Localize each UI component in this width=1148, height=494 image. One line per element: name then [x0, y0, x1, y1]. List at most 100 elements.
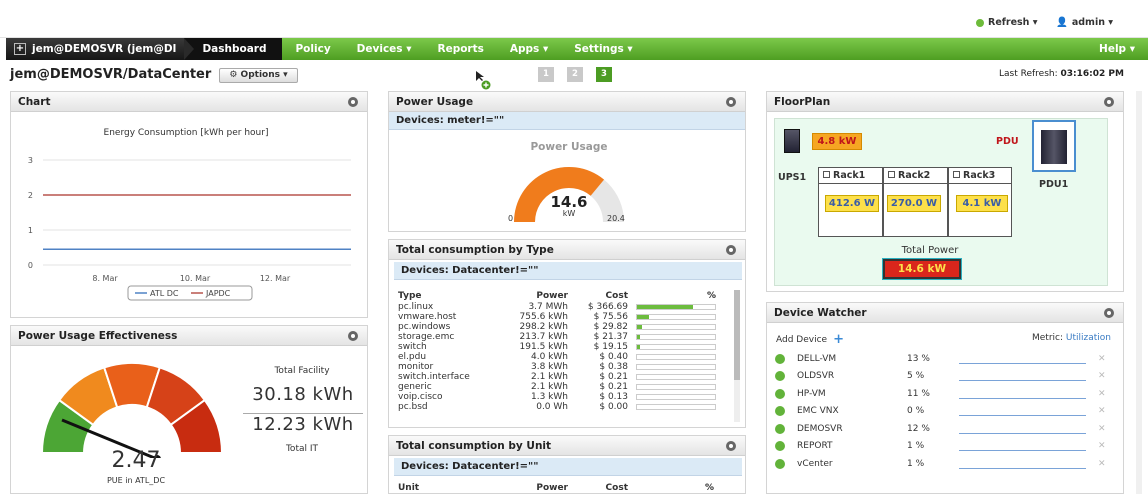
table-row[interactable]: pc.bsd 0.0 Wh $ 0.00	[396, 402, 718, 412]
gear-icon[interactable]	[1104, 308, 1114, 318]
cost-cell: $ 21.37	[593, 332, 628, 342]
gear-icon[interactable]	[726, 441, 736, 451]
table-row[interactable]: switch 191.5 kWh $ 19.15	[396, 342, 718, 352]
list-item[interactable]: DELL-VM 13 % ✕	[775, 350, 1115, 367]
consumption-by-type-panel: Total consumption by Type Devices: Datac…	[388, 239, 746, 428]
last-refresh-time: 03:16:02 PM	[1060, 69, 1124, 79]
chart-panel: Chart Energy Consumption [kWh per hour] 0…	[10, 91, 368, 318]
close-icon[interactable]: ✕	[1098, 424, 1106, 434]
add-device-link[interactable]: Add Device +	[776, 332, 844, 347]
by-type-header: Total consumption by Type	[389, 240, 745, 260]
device-pct: 11 %	[907, 388, 930, 399]
list-item[interactable]: DEMOSVR 12 % ✕	[775, 420, 1115, 437]
list-item[interactable]: EMC VNX 0 % ✕	[775, 403, 1115, 420]
checkbox-icon[interactable]	[823, 171, 830, 178]
cost-cell: $ 0.21	[599, 382, 628, 392]
last-refresh: Last Refresh: 03:16:02 PM	[999, 69, 1124, 79]
cost-cell: $ 75.56	[593, 312, 628, 322]
nav-item-reports[interactable]: Reports	[424, 38, 496, 60]
checkbox-icon[interactable]	[953, 171, 960, 178]
add-widget-cursor[interactable]	[474, 70, 494, 90]
gear-icon[interactable]	[726, 245, 736, 255]
page-scrollbar[interactable]	[1136, 91, 1142, 494]
table-row[interactable]: vmware.host 755.6 kWh $ 75.56	[396, 312, 718, 322]
y-tick-label: 0	[28, 261, 33, 270]
device-name[interactable]: OLDSVR	[797, 371, 907, 381]
pct-cell	[630, 402, 718, 412]
pct-bar	[636, 344, 716, 350]
table-row[interactable]: pc.linux 3.7 MWh $ 366.69	[396, 302, 718, 312]
pue-value: 2.47	[111, 448, 161, 473]
power-cell: 2.1 kWh	[531, 382, 568, 392]
close-icon[interactable]: ✕	[1098, 354, 1106, 364]
page-1-button[interactable]: 1	[538, 67, 554, 82]
power-usage-header: Power Usage	[389, 92, 745, 112]
table-row[interactable]: generic 2.1 kWh $ 0.21	[396, 382, 718, 392]
list-item[interactable]: OLDSVR 5 % ✕	[775, 368, 1115, 385]
ups-icon[interactable]	[784, 129, 800, 153]
gauge-min: 0	[508, 214, 514, 223]
table-row[interactable]: voip.cisco 1.3 kWh $ 0.13	[396, 392, 718, 402]
sparkline	[959, 406, 1086, 416]
device-name[interactable]: vCenter	[797, 459, 907, 469]
table-row[interactable]: monitor 3.8 kWh $ 0.38	[396, 362, 718, 372]
user-session-menu[interactable]: + jem@DEMOSVR (jem@DI	[6, 38, 185, 60]
device-name[interactable]: HP-VM	[797, 389, 907, 399]
gear-icon[interactable]	[1104, 97, 1114, 107]
pdu-device[interactable]	[1032, 120, 1076, 172]
scrollbar-thumb[interactable]	[734, 290, 740, 380]
device-name[interactable]: REPORT	[797, 441, 907, 451]
close-icon[interactable]: ✕	[1098, 389, 1106, 399]
plus-icon[interactable]: +	[833, 332, 844, 347]
device-pct: 0 %	[907, 406, 925, 416]
nav-item-settings[interactable]: Settings ▾	[561, 38, 646, 60]
page-3-button[interactable]: 3	[596, 67, 612, 82]
rack2-value: 270.0 W	[887, 195, 941, 212]
device-name[interactable]: DEMOSVR	[797, 424, 907, 434]
close-icon[interactable]: ✕	[1098, 371, 1106, 381]
close-icon[interactable]: ✕	[1098, 406, 1106, 416]
table-row[interactable]: switch.interface 2.1 kWh $ 0.21	[396, 372, 718, 382]
metric-value[interactable]: Utilization	[1066, 333, 1111, 343]
plus-icon[interactable]: +	[14, 43, 26, 55]
refresh-menu[interactable]: Refresh ▾	[976, 17, 1038, 28]
device-name[interactable]: EMC VNX	[797, 406, 907, 416]
type-cell: pc.windows	[398, 322, 451, 332]
scrollbar[interactable]	[734, 290, 740, 422]
cost-cell: $ 366.69	[587, 302, 628, 312]
gear-icon[interactable]	[348, 331, 358, 341]
close-icon[interactable]: ✕	[1098, 441, 1106, 451]
rack1-name: Rack1	[833, 170, 866, 181]
metric-selector[interactable]: Metric: Utilization	[1032, 333, 1111, 343]
legend-item[interactable]: ATL DC	[150, 289, 179, 298]
chart-legend[interactable]: ATL DC JAPDC	[127, 285, 253, 301]
list-item[interactable]: vCenter 1 % ✕	[775, 455, 1115, 472]
nav-item-apps[interactable]: Apps ▾	[497, 38, 561, 60]
power-cell: 191.5 kWh	[519, 342, 568, 352]
device-name[interactable]: DELL-VM	[797, 354, 907, 364]
pct-cell	[630, 302, 718, 312]
pct-bar-fill	[637, 325, 642, 329]
page-2-button[interactable]: 2	[567, 67, 583, 82]
y-tick-label: 3	[28, 156, 33, 165]
status-icon	[775, 406, 785, 416]
cost-cell: $ 29.82	[593, 322, 628, 332]
table-row[interactable]: pc.windows 298.2 kWh $ 29.82	[396, 322, 718, 332]
refresh-label: Refresh ▾	[988, 17, 1038, 28]
gear-icon[interactable]	[348, 97, 358, 107]
nav-item-dashboard[interactable]: Dashboard	[184, 38, 283, 60]
checkbox-icon[interactable]	[888, 171, 895, 178]
nav-item-policy[interactable]: Policy	[282, 38, 343, 60]
gear-icon[interactable]	[726, 97, 736, 107]
admin-menu[interactable]: 👤 admin ▾	[1056, 17, 1113, 28]
close-icon[interactable]: ✕	[1098, 459, 1106, 469]
device-pct: 5 %	[907, 371, 925, 381]
list-item[interactable]: HP-VM 11 % ✕	[775, 385, 1115, 402]
options-button[interactable]: ⚙ Options ▾	[219, 68, 298, 83]
table-row[interactable]: el.pdu 4.0 kWh $ 0.40	[396, 352, 718, 362]
legend-item[interactable]: JAPDC	[205, 289, 231, 298]
nav-item-devices[interactable]: Devices ▾	[344, 38, 425, 60]
table-row[interactable]: storage.emc 213.7 kWh $ 21.37	[396, 332, 718, 342]
nav-item-help[interactable]: Help ▾	[1086, 38, 1148, 60]
list-item[interactable]: REPORT 1 % ✕	[775, 438, 1115, 455]
